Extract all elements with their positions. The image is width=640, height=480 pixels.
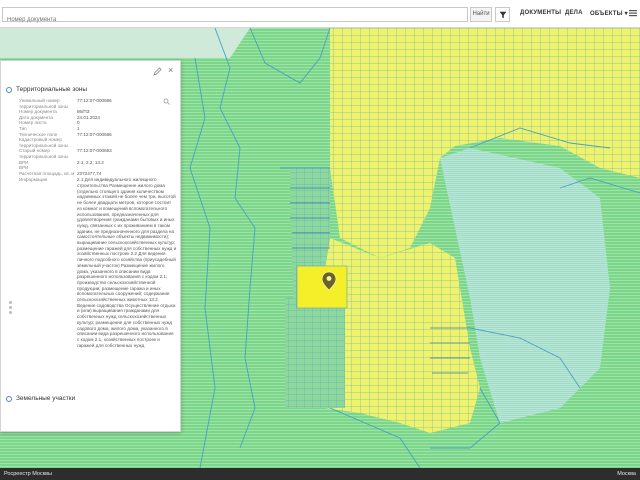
attribute-value: 2372477,74 [77, 170, 102, 176]
edit-icon[interactable] [153, 67, 162, 76]
search-input[interactable] [3, 13, 467, 27]
attribute-value: 77:12:07-000663 [77, 148, 112, 154]
attribute-row: Кадастровый номер территориальной зоны [19, 137, 177, 148]
circle-icon [6, 86, 12, 93]
nav-documents[interactable]: ДОКУМЕНТЫ [520, 10, 561, 16]
filter-button[interactable] [495, 7, 510, 22]
footer-bar: Росреестр Москвы Москва [0, 468, 640, 480]
attribute-row: Старый номер территориальной зоны 77:12:0… [19, 148, 177, 159]
drag-handle-icon[interactable] [9, 301, 12, 315]
search-box[interactable] [2, 7, 468, 27]
attribute-key: Расчетная площадь, кв. м [19, 170, 75, 176]
attribute-value: 77:12:07-000666 [77, 98, 112, 103]
footer-left-text: Росреестр Москвы [4, 471, 53, 477]
info-value: 2.1 Для индивидуального жилищного строит… [77, 177, 177, 348]
top-bar: Найти ДОКУМЕНТЫ ДЕЛА ОБЪЕКТЫ ▾ [0, 0, 640, 28]
nav-objects[interactable]: ОБЪЕКТЫ ▾ [590, 10, 628, 17]
filter-icon [499, 11, 507, 19]
footer-right-text: Москва [617, 471, 636, 477]
find-button[interactable]: Найти [470, 7, 492, 22]
menu-icon[interactable] [628, 8, 638, 18]
attribute-list: Уникальный номер территориальной зоны 77:… [19, 98, 177, 348]
attribute-key: Уникальный номер территориальной зоны [19, 98, 69, 109]
section-title: Земельные участки [16, 395, 76, 402]
section-title: Территориальные зоны [16, 86, 88, 93]
close-icon[interactable]: × [168, 66, 173, 75]
circle-icon [6, 395, 12, 402]
section-territorial-zones[interactable]: Территориальные зоны [6, 86, 87, 93]
attribute-key: Старый номер территориальной зоны [19, 148, 69, 159]
attribute-value [77, 137, 177, 148]
attribute-row: Уникальный номер территориальной зоны 77:… [19, 98, 177, 109]
selected-parcel[interactable] [296, 265, 348, 309]
section-land-plots[interactable]: Земельные участки [6, 395, 75, 402]
attribute-key: Кадастровый номер территориальной зоны [19, 137, 69, 148]
nav-cases[interactable]: ДЕЛА [565, 10, 583, 16]
info-row: Информация 2.1 Для индивидуального жилищ… [19, 177, 177, 348]
plot-grid [285, 298, 345, 408]
info-panel: × Территориальные зоны Уникальный номер … [0, 60, 181, 432]
info-key: Информация [19, 177, 48, 183]
attribute-row: Расчетная площадь, кв. м 2372477,74 [19, 171, 177, 177]
nav-objects-label: ОБЪЕКТЫ [590, 11, 623, 17]
zone-area [0, 28, 250, 58]
